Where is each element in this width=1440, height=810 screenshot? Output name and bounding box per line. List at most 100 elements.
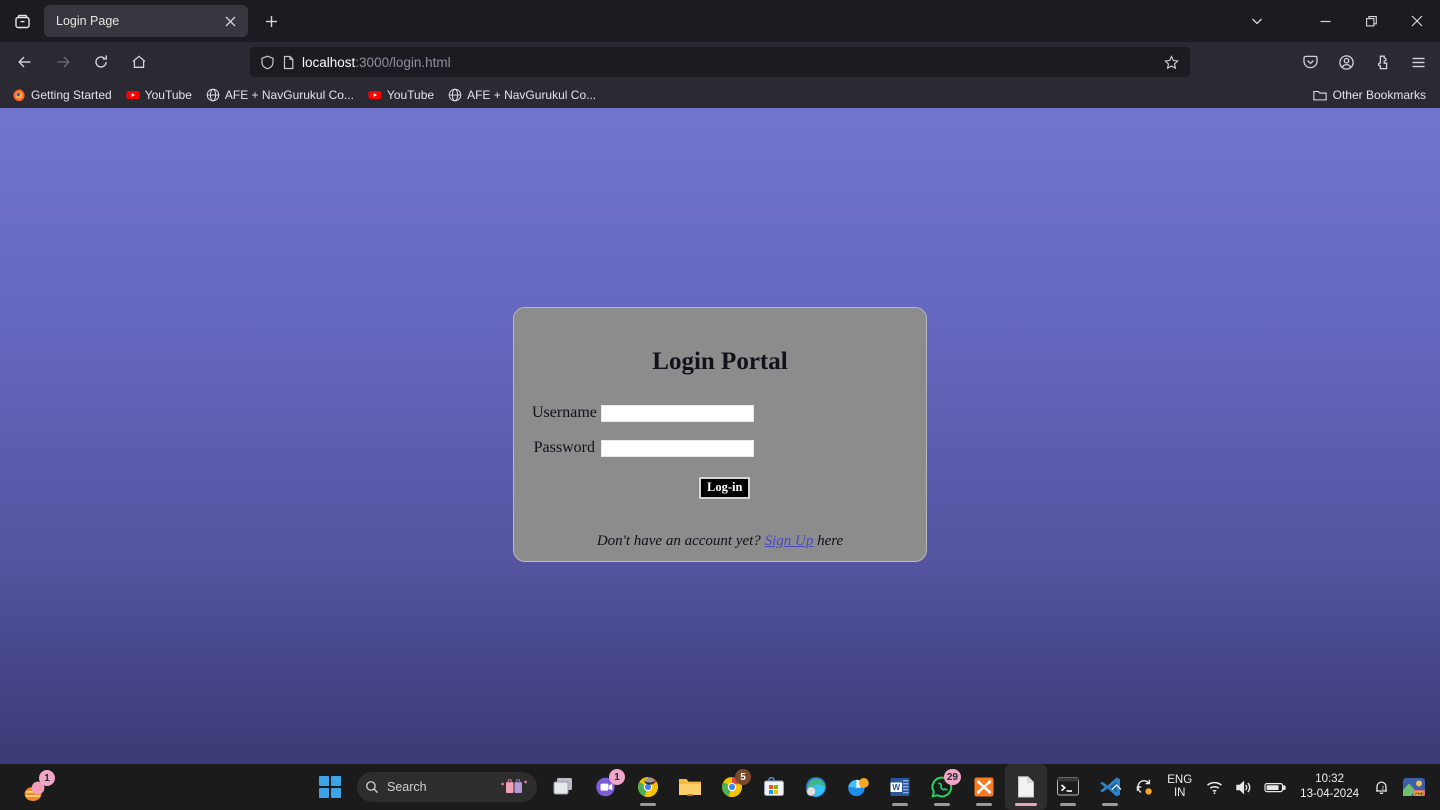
- badge-count: 1: [39, 770, 55, 786]
- url-text[interactable]: localhost:3000/login.html: [302, 55, 1152, 70]
- bookmark-youtube-2[interactable]: YouTube: [362, 86, 440, 104]
- login-card: Login Portal Username Password Log-in Do…: [513, 307, 927, 562]
- password-input[interactable]: [601, 439, 754, 457]
- badge-count: 1: [609, 769, 625, 785]
- luggage-icon: [499, 778, 529, 796]
- forward-arrow-icon: [46, 47, 80, 77]
- battery-icon[interactable]: [1258, 764, 1292, 810]
- system-tray: ENG IN 10:32 13-04-2024 z PRE: [1104, 764, 1440, 810]
- taskbar-item-file-explorer[interactable]: [669, 764, 711, 810]
- tab-title: Login Page: [56, 14, 120, 28]
- bookmark-label: AFE + NavGurukul Co...: [467, 88, 597, 102]
- browser-window: Login Page localhost:3000/login.html Get…: [0, 0, 1440, 108]
- bell-icon[interactable]: z: [1367, 764, 1396, 810]
- windows-taskbar: 1 Search 1 5 W 29 ENG IN 10:32 13-04-202…: [0, 764, 1440, 810]
- taskbar-item-microsoft-store[interactable]: [753, 764, 795, 810]
- globe-icon: [206, 88, 220, 102]
- taskbar-item-notepad[interactable]: [1005, 764, 1047, 810]
- username-field-row: Username: [532, 404, 926, 422]
- username-label: Username: [532, 404, 597, 421]
- shield-icon[interactable]: [260, 55, 275, 70]
- taskbar-item-chrome-dev[interactable]: [627, 764, 669, 810]
- start-button[interactable]: [309, 764, 351, 810]
- language-indicator[interactable]: ENG IN: [1159, 774, 1200, 800]
- signup-link[interactable]: Sign Up: [765, 533, 814, 549]
- page-viewport: Login Portal Username Password Log-in Do…: [0, 108, 1440, 764]
- menu-icon[interactable]: [1402, 47, 1434, 77]
- submit-row: Log-in: [514, 477, 926, 499]
- other-bookmarks-label: Other Bookmarks: [1332, 88, 1426, 102]
- window-controls: [1234, 0, 1440, 42]
- bookmark-label: Getting Started: [31, 88, 112, 102]
- sync-icon[interactable]: [1129, 764, 1159, 810]
- account-icon[interactable]: [1330, 47, 1362, 77]
- bookmark-getting-started[interactable]: Getting Started: [6, 86, 118, 104]
- taskbar-clock[interactable]: 10:32 13-04-2024: [1292, 772, 1367, 802]
- wifi-icon[interactable]: [1200, 764, 1229, 810]
- bookmarks-bar: Getting Started YouTube AFE + NavGurukul…: [0, 82, 1440, 108]
- bookmark-label: YouTube: [386, 88, 435, 102]
- taskbar-search[interactable]: Search: [357, 772, 537, 802]
- taskbar-corner-app[interactable]: 1: [14, 769, 56, 810]
- clock-time: 10:32: [1315, 773, 1344, 785]
- desktop-screen: Login Page localhost:3000/login.html Get…: [0, 0, 1440, 810]
- search-icon: [365, 780, 379, 794]
- taskbar-item-terminal[interactable]: [1047, 764, 1089, 810]
- volume-icon[interactable]: [1229, 764, 1258, 810]
- navigation-toolbar: localhost:3000/login.html: [0, 42, 1440, 82]
- back-arrow-icon[interactable]: [8, 47, 42, 77]
- toolbar-right: [1292, 47, 1436, 77]
- taskbar-item-edge[interactable]: [795, 764, 837, 810]
- bookmark-youtube-1[interactable]: YouTube: [120, 86, 198, 104]
- search-placeholder: Search: [387, 780, 427, 794]
- clock-date: 13-04-2024: [1300, 788, 1359, 800]
- taskbar-item-paint-3d[interactable]: [837, 764, 879, 810]
- url-path: :3000/login.html: [355, 54, 451, 70]
- svg-text:z: z: [1382, 785, 1385, 791]
- folder-icon: [1312, 89, 1327, 102]
- bookmark-afe-navgurukul-1[interactable]: AFE + NavGurukul Co...: [200, 86, 360, 104]
- svg-text:PRE: PRE: [1415, 791, 1424, 796]
- home-icon[interactable]: [122, 47, 156, 77]
- chevron-up-icon[interactable]: [1104, 764, 1129, 810]
- taskbar-item-teams[interactable]: 1: [585, 764, 627, 810]
- badge-count: 5: [735, 769, 751, 785]
- taskbar-item-chrome[interactable]: 5: [711, 764, 753, 810]
- reload-icon[interactable]: [84, 47, 118, 77]
- signup-suffix: here: [817, 532, 844, 549]
- youtube-icon: [368, 88, 382, 102]
- taskbar-item-task-view[interactable]: [543, 764, 585, 810]
- language-line-2: IN: [1173, 787, 1186, 799]
- taskbar-item-xampp[interactable]: [963, 764, 1005, 810]
- minimize-icon[interactable]: [1302, 0, 1348, 42]
- taskbar-apps: Search 1 5 W 29: [309, 764, 1131, 810]
- pocket-icon[interactable]: [1294, 47, 1326, 77]
- browser-tab[interactable]: Login Page: [44, 5, 248, 37]
- user-avatar[interactable]: PRE: [1396, 764, 1432, 810]
- address-bar[interactable]: localhost:3000/login.html: [250, 47, 1190, 77]
- tab-strip: Login Page: [0, 0, 1440, 42]
- badge-count: 29: [943, 769, 961, 785]
- globe-icon: [448, 88, 462, 102]
- page-icon[interactable]: [281, 55, 296, 70]
- bookmark-afe-navgurukul-2[interactable]: AFE + NavGurukul Co...: [442, 86, 602, 104]
- extensions-icon[interactable]: [1366, 47, 1398, 77]
- taskbar-item-whatsapp[interactable]: 29: [921, 764, 963, 810]
- other-bookmarks-button[interactable]: Other Bookmarks: [1307, 86, 1432, 104]
- chevron-down-icon[interactable]: [1234, 0, 1280, 42]
- restore-icon[interactable]: [1348, 0, 1394, 42]
- username-input[interactable]: [601, 404, 754, 422]
- language-line-1: ENG: [1167, 774, 1193, 786]
- firefox-view-button[interactable]: [6, 6, 38, 36]
- page-title: Login Portal: [652, 348, 788, 375]
- close-icon[interactable]: [220, 11, 240, 31]
- password-label: Password: [533, 439, 595, 456]
- password-field-row: Password: [532, 439, 926, 457]
- signup-prompt: Don't have an account yet? Sign Up here: [514, 533, 926, 550]
- taskbar-item-word[interactable]: W: [879, 764, 921, 810]
- youtube-icon: [126, 88, 140, 102]
- login-button[interactable]: Log-in: [699, 477, 751, 499]
- close-icon[interactable]: [1394, 0, 1440, 42]
- star-icon[interactable]: [1158, 49, 1184, 75]
- new-tab-button[interactable]: [258, 8, 284, 34]
